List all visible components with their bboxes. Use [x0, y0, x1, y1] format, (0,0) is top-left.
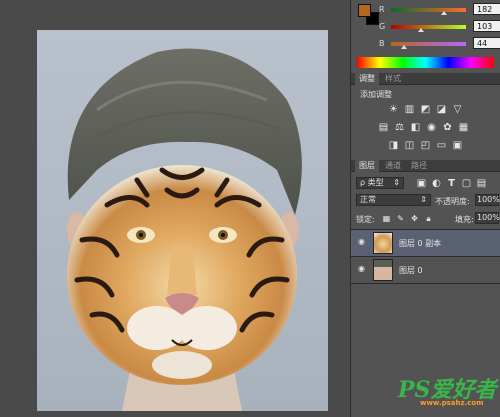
red-slider[interactable]: R 182 [379, 3, 500, 15]
hue-saturation-icon[interactable]: ▤ [378, 122, 389, 133]
red-slider-label: R [379, 5, 385, 14]
curves-icon[interactable]: ◩ [420, 104, 431, 115]
fill-label: 填充: [455, 215, 474, 224]
opacity-input[interactable]: 100% [475, 194, 500, 206]
lock-position-icon[interactable]: ✥ [409, 213, 420, 224]
visibility-eye-icon[interactable]: ◉ [358, 265, 368, 273]
photo-filter-icon[interactable]: ◉ [426, 122, 437, 133]
green-slider-track[interactable] [391, 25, 466, 29]
color-balance-icon[interactable]: ⚖ [394, 122, 405, 133]
tab-styles[interactable]: 样式 [381, 73, 405, 85]
opacity-label: 不透明度: [435, 197, 470, 206]
watermark-url: www.psahz.com [420, 399, 484, 407]
selective-color-icon[interactable]: ▣ [452, 140, 463, 151]
tiger-face-composite-image [67, 48, 302, 411]
gradient-map-icon[interactable]: ▭ [436, 140, 447, 151]
site-watermark: PS爱好者 www.psahz.com [398, 372, 498, 412]
red-value-input[interactable]: 182 [473, 3, 500, 15]
filter-adjustment-icon[interactable]: ◐ [431, 178, 442, 189]
black-white-icon[interactable]: ◧ [410, 122, 421, 133]
layer-name[interactable]: 图层 0 [399, 265, 423, 276]
vibrance-icon[interactable]: ▽ [452, 104, 463, 115]
chevron-down-icon: ⇕ [393, 178, 400, 187]
red-slider-track[interactable] [391, 8, 466, 12]
tab-channels[interactable]: 通道 [381, 160, 405, 172]
fill-input[interactable]: 100% [475, 212, 500, 224]
fill-value: 100% [477, 213, 500, 222]
add-adjustment-heading: 添加调整 [360, 90, 392, 99]
layer-row-tiger-copy[interactable]: ◉ 图层 0 副本 [351, 230, 500, 256]
blue-slider[interactable]: B 44 [379, 37, 500, 49]
filter-type-icon[interactable]: T [446, 178, 457, 189]
layer-row-divider [351, 283, 500, 284]
blend-mode-select[interactable]: 正常 ⇕ [356, 194, 431, 206]
layer-name[interactable]: 图层 0 副本 [399, 238, 441, 249]
tab-layers[interactable]: 图层 [355, 160, 379, 172]
exposure-icon[interactable]: ◪ [436, 104, 447, 115]
posterize-icon[interactable]: ◫ [404, 140, 415, 151]
color-spectrum-bar[interactable] [357, 57, 494, 68]
document-image[interactable] [37, 30, 328, 411]
channel-mixer-icon[interactable]: ✿ [442, 122, 453, 133]
right-panel-dock: R 182 G 103 B 44 调整 样式 添加调整 ☀ ▥ ◩ ◪ ▽ ▤ … [350, 0, 500, 417]
green-value-input[interactable]: 103 [473, 20, 500, 32]
visibility-eye-icon[interactable]: ◉ [358, 238, 368, 246]
blue-value-input[interactable]: 44 [473, 37, 500, 49]
adjustments-tabbar: 调整 样式 [351, 73, 500, 85]
brightness-icon[interactable]: ☀ [388, 104, 399, 115]
blue-slider-label: B [379, 39, 385, 48]
layers-tabbar: 图层 通道 路径 [351, 160, 500, 172]
green-slider-label: G [379, 22, 386, 31]
lock-all-icon[interactable]: 🔒︎ [423, 213, 434, 224]
opacity-value: 100% [477, 195, 500, 204]
layer-thumbnail-portrait[interactable] [373, 259, 393, 281]
filter-pixel-icon[interactable]: ▣ [416, 178, 427, 189]
tab-paths[interactable]: 路径 [407, 160, 431, 172]
foreground-color-swatch[interactable] [358, 4, 371, 17]
blend-mode-value: 正常 [360, 195, 376, 204]
levels-icon[interactable]: ▥ [404, 104, 415, 115]
lock-transparent-icon[interactable]: ▦ [381, 213, 392, 224]
green-slider[interactable]: G 103 [379, 20, 500, 32]
layer-row-portrait[interactable]: ◉ 图层 0 [351, 257, 500, 283]
color-lookup-icon[interactable]: ▦ [458, 122, 469, 133]
chevron-down-icon: ⇕ [420, 195, 427, 204]
layer-thumbnail-tiger[interactable] [373, 232, 393, 254]
red-slider-knob[interactable] [441, 11, 448, 15]
invert-icon[interactable]: ◨ [388, 140, 399, 151]
tab-adjustments[interactable]: 调整 [355, 73, 379, 85]
lock-label: 锁定: [356, 215, 375, 224]
lock-image-icon[interactable]: ✎ [395, 213, 406, 224]
filter-smart-object-icon[interactable]: ▤ [476, 178, 487, 189]
filter-shape-icon[interactable]: ▢ [461, 178, 472, 189]
document-canvas-area[interactable] [0, 0, 350, 417]
photoshop-window: R 182 G 103 B 44 调整 样式 添加调整 ☀ ▥ ◩ ◪ ▽ ▤ … [0, 0, 500, 417]
layer-filter-kind-select[interactable]: ρ 类型 ⇕ [356, 177, 404, 189]
blue-slider-knob[interactable] [400, 45, 407, 49]
layer-filter-kind-value: ρ 类型 [360, 178, 384, 187]
threshold-icon[interactable]: ◰ [420, 140, 431, 151]
green-slider-knob[interactable] [418, 28, 424, 32]
